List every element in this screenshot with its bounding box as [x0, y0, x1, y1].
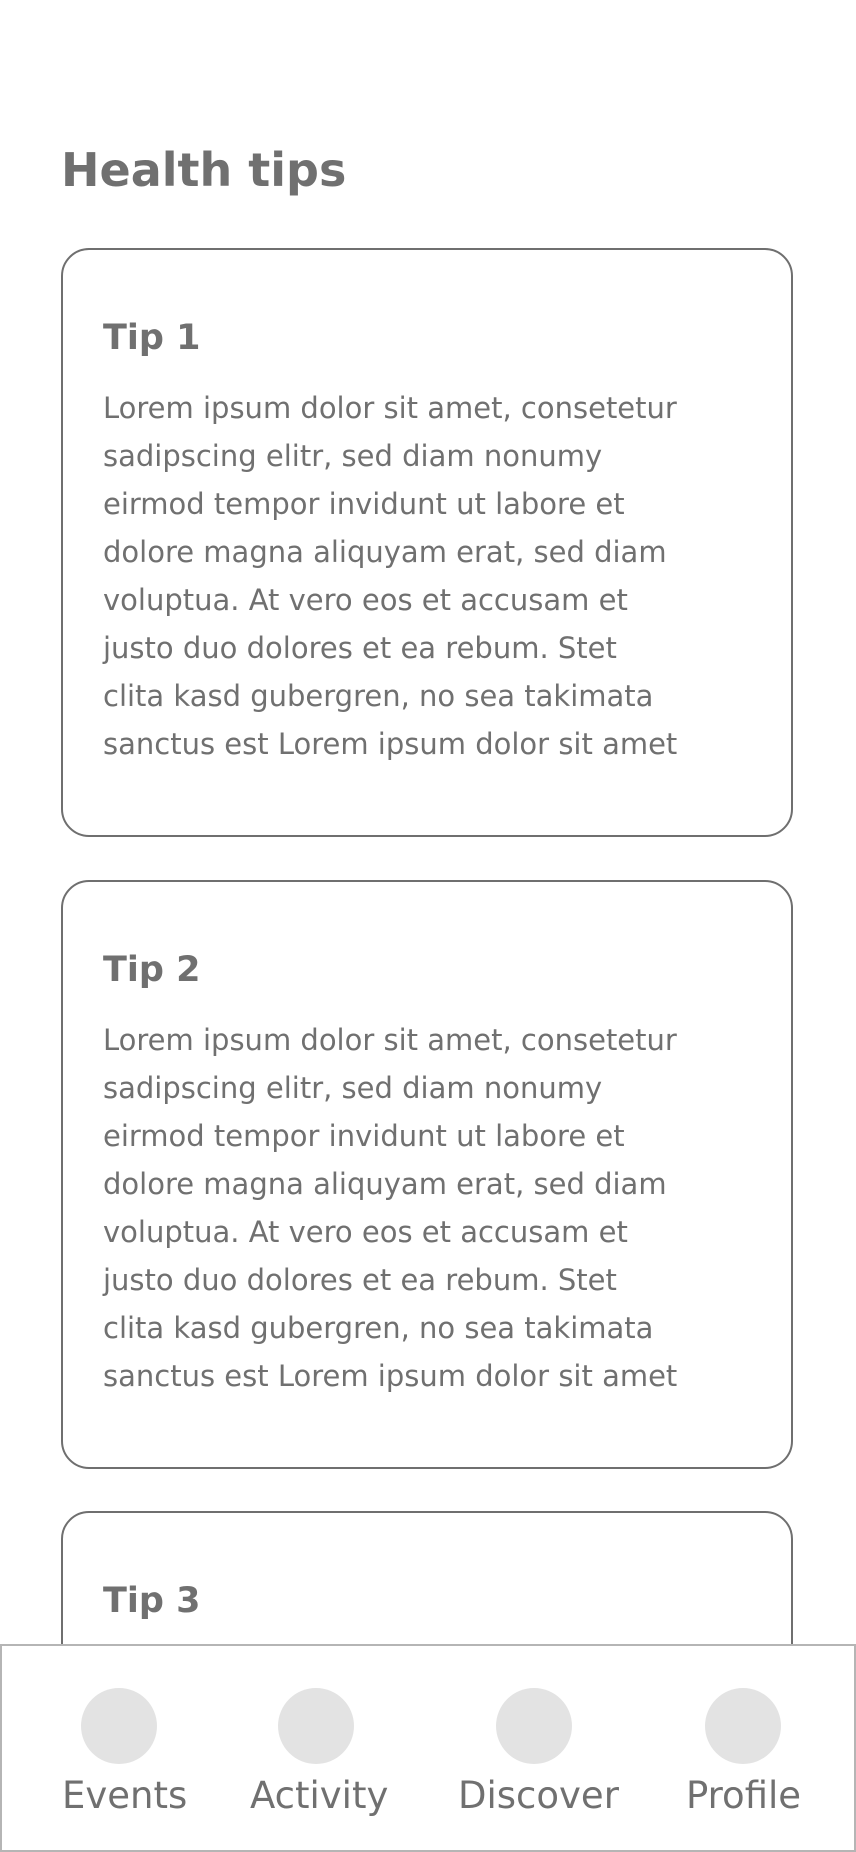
tip-body-line: dolore magna aliquyam erat, sed diam	[103, 1167, 667, 1201]
nav-label-discover: Discover	[458, 1774, 619, 1817]
tip-body-line: clita kasd gubergren, no sea takimata	[103, 1311, 654, 1345]
tip-body: Lorem ipsum dolor sit amet, consetetur s…	[103, 1016, 753, 1400]
nav-item-discover[interactable]: Discover	[458, 1646, 619, 1852]
tip-title: Tip 3	[103, 1581, 201, 1621]
nav-label-activity: Activity	[250, 1774, 389, 1817]
tip-body-line: justo duo dolores et ea rebum. Stet	[103, 631, 617, 665]
tip-body-line: clita kasd gubergren, no sea takimata	[103, 679, 654, 713]
tip-card-1[interactable]: Tip 1 Lorem ipsum dolor sit amet, conset…	[61, 248, 793, 837]
page-title: Health tips	[61, 143, 347, 197]
bottom-nav-bar: Events Activity Discover Profile	[0, 1644, 856, 1852]
nav-item-activity[interactable]: Activity	[250, 1646, 389, 1852]
tip-card-2[interactable]: Tip 2 Lorem ipsum dolor sit amet, conset…	[61, 880, 793, 1469]
profile-icon	[705, 1688, 781, 1764]
tip-body-line: Lorem ipsum dolor sit amet, consetetur	[103, 1023, 677, 1057]
discover-icon	[496, 1688, 572, 1764]
tip-title: Tip 2	[103, 950, 201, 990]
tip-body: Lorem ipsum dolor sit amet, consetetur s…	[103, 384, 753, 768]
tip-body-line: voluptua. At vero eos et accusam et	[103, 583, 628, 617]
nav-item-events[interactable]: Events	[62, 1646, 188, 1852]
tip-body-line: sanctus est Lorem ipsum dolor sit amet	[103, 727, 678, 761]
tip-body-line: dolore magna aliquyam erat, sed diam	[103, 535, 667, 569]
tip-body-line: eirmod tempor invidunt ut labore et	[103, 1119, 625, 1153]
tip-body-line: Lorem ipsum dolor sit amet, consetetur	[103, 391, 677, 425]
nav-label-events: Events	[62, 1774, 188, 1817]
tip-body-line: justo duo dolores et ea rebum. Stet	[103, 1263, 617, 1297]
health-tips-screen: Health tips Tip 1 Lorem ipsum dolor sit …	[0, 0, 856, 1852]
activity-icon	[278, 1688, 354, 1764]
events-icon	[81, 1688, 157, 1764]
tip-body-line: sadipscing elitr, sed diam nonumy	[103, 1071, 603, 1105]
tip-body-line: sanctus est Lorem ipsum dolor sit amet	[103, 1359, 678, 1393]
tip-body-line: voluptua. At vero eos et accusam et	[103, 1215, 628, 1249]
tip-body-line: sadipscing elitr, sed diam nonumy	[103, 439, 603, 473]
tip-body-line: eirmod tempor invidunt ut labore et	[103, 487, 625, 521]
tip-title: Tip 1	[103, 318, 201, 358]
nav-label-profile: Profile	[686, 1774, 802, 1817]
nav-item-profile[interactable]: Profile	[686, 1646, 802, 1852]
